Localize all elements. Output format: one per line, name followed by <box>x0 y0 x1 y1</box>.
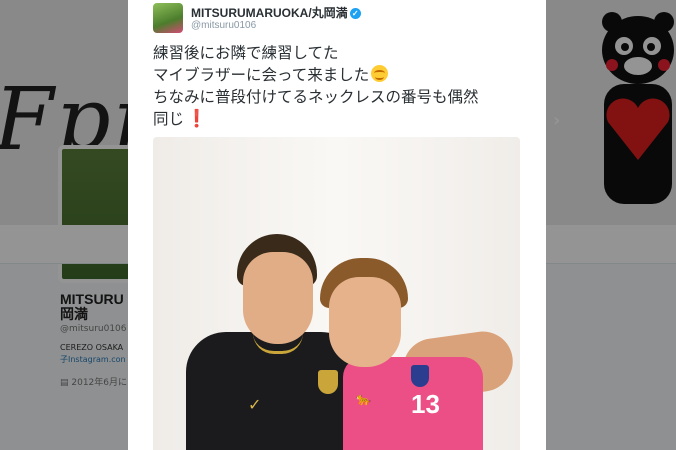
nike-logo-icon: ✓ <box>248 395 262 414</box>
tweet-line-1: 練習後にお隣で練習してた <box>153 44 339 62</box>
player-left-face <box>243 252 313 344</box>
tweet-text: 練習後にお隣で練習してた マイブラザーに会って来ました ちなみに普段付けてるネッ… <box>153 42 533 130</box>
tweet-author-handle[interactable]: @mitsuru0106 <box>191 20 256 31</box>
exclamation-icon: ❗ <box>186 109 208 129</box>
player-right-face <box>329 277 401 367</box>
tweet-line-2-text: マイブラザーに会って来ました <box>153 66 370 84</box>
tweet-line-4: 同じ ❗ <box>153 108 533 130</box>
verified-badge-icon: ✓ <box>349 8 361 20</box>
club-crest-icon <box>318 370 338 394</box>
tweet-photo[interactable]: ✓ 13 🐆 <box>153 137 520 450</box>
smiling-face-icon <box>371 65 389 82</box>
author-name-text: MITSURUMARUOKA/丸岡満 <box>191 6 348 20</box>
tweet-author-name[interactable]: MITSURUMARUOKA/丸岡満 ✓ <box>191 4 361 21</box>
jersey-number: 13 <box>411 389 440 419</box>
puma-logo-icon: 🐆 <box>356 392 371 406</box>
tweet-line-4-text: 同じ <box>153 110 185 128</box>
tweet-line-3: ちなみに普段付けてるネックレスの番号も偶然 <box>153 88 479 106</box>
tweet-line-2: マイブラザーに会って来ました <box>153 64 533 86</box>
tweet-author-avatar[interactable] <box>153 3 183 33</box>
cerezo-crest-icon <box>411 365 429 387</box>
tweet-permalink-modal: MITSURUMARUOKA/丸岡満 ✓ @mitsuru0106 練習後にお隣で… <box>128 0 546 450</box>
